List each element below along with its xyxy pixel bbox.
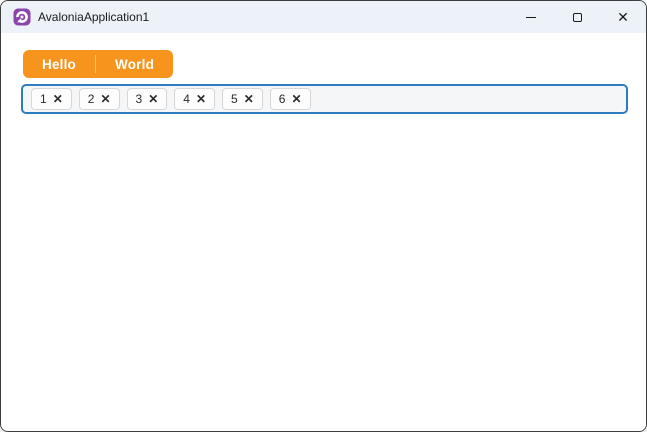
maximize-button[interactable] [554,1,600,33]
minimize-icon [526,16,536,18]
minimize-button[interactable] [508,1,554,33]
close-icon: ✕ [617,9,629,25]
tab-world[interactable]: World [96,50,173,78]
chip-close-icon[interactable]: ✕ [244,93,254,105]
chip-box[interactable]: 1 ✕ 2 ✕ 3 ✕ 4 ✕ 5 ✕ 6 ✕ [21,84,628,114]
tab-strip: Hello World [23,50,174,78]
chip-label: 6 [278,92,286,106]
chip-6[interactable]: 6 ✕ [269,88,311,110]
chip-label: 1 [40,92,47,106]
window-title: AvaloniaApplication1 [38,10,150,24]
window-content: Hello World 1 ✕ 2 ✕ 3 ✕ 4 ✕ 5 ✕ 6 ✕ [1,33,646,431]
app-window: AvaloniaApplication1 ✕ Hello World 1 ✕ 2… [0,0,647,432]
avalonia-app-icon [13,8,31,26]
chip-4[interactable]: 4 ✕ [174,88,215,110]
chip-label: 3 [135,92,143,106]
chip-close-icon[interactable]: ✕ [53,93,63,105]
tab-hello[interactable]: Hello [23,50,95,78]
chip-1[interactable]: 1 ✕ [31,88,72,110]
maximize-icon [572,12,582,22]
chip-label: 2 [87,92,95,106]
chip-label: 4 [183,92,190,106]
chip-3[interactable]: 3 ✕ [126,88,168,110]
chip-2[interactable]: 2 ✕ [78,88,120,110]
window-controls: ✕ [508,1,646,33]
titlebar[interactable]: AvaloniaApplication1 ✕ [1,1,646,33]
chip-5[interactable]: 5 ✕ [222,88,263,110]
chip-close-icon[interactable]: ✕ [196,93,206,105]
chip-close-icon[interactable]: ✕ [291,93,301,105]
chip-close-icon[interactable]: ✕ [148,93,158,105]
chip-label: 5 [231,92,238,106]
chip-close-icon[interactable]: ✕ [100,93,110,105]
close-button[interactable]: ✕ [600,1,646,33]
